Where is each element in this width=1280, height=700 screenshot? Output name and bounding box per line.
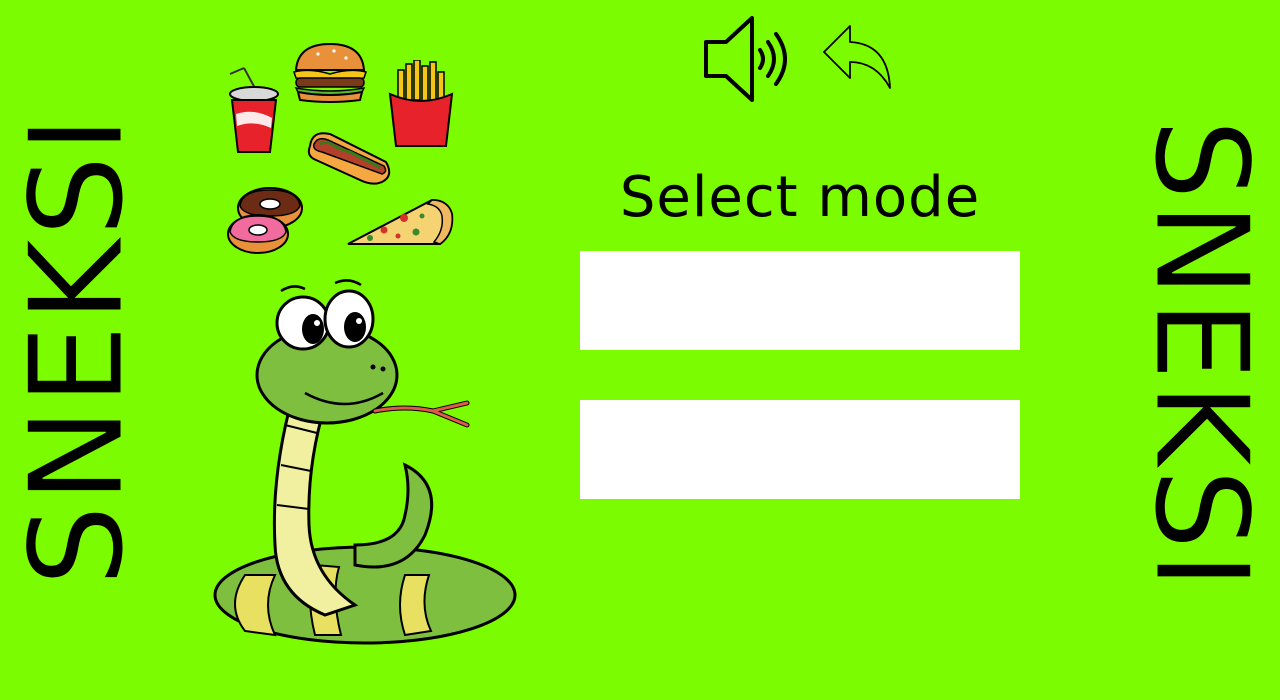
game-title-left: SNEKSI xyxy=(3,113,153,587)
pizza-slice-icon xyxy=(347,198,454,245)
snake-mascot xyxy=(213,279,517,645)
game-title-right: SNEKSI xyxy=(1126,118,1276,592)
hotdog-icon xyxy=(307,132,391,185)
back-arrow-icon[interactable] xyxy=(820,22,896,94)
mode-button-2[interactable] xyxy=(580,400,1020,499)
mode-button-1[interactable] xyxy=(580,251,1020,350)
fries-icon xyxy=(388,60,454,147)
soda-cup-icon xyxy=(229,67,279,153)
speaker-volume-icon[interactable] xyxy=(700,12,800,106)
burger-icon xyxy=(293,42,367,103)
select-mode-heading: Select mode xyxy=(619,165,981,230)
donuts-icon xyxy=(227,187,303,254)
